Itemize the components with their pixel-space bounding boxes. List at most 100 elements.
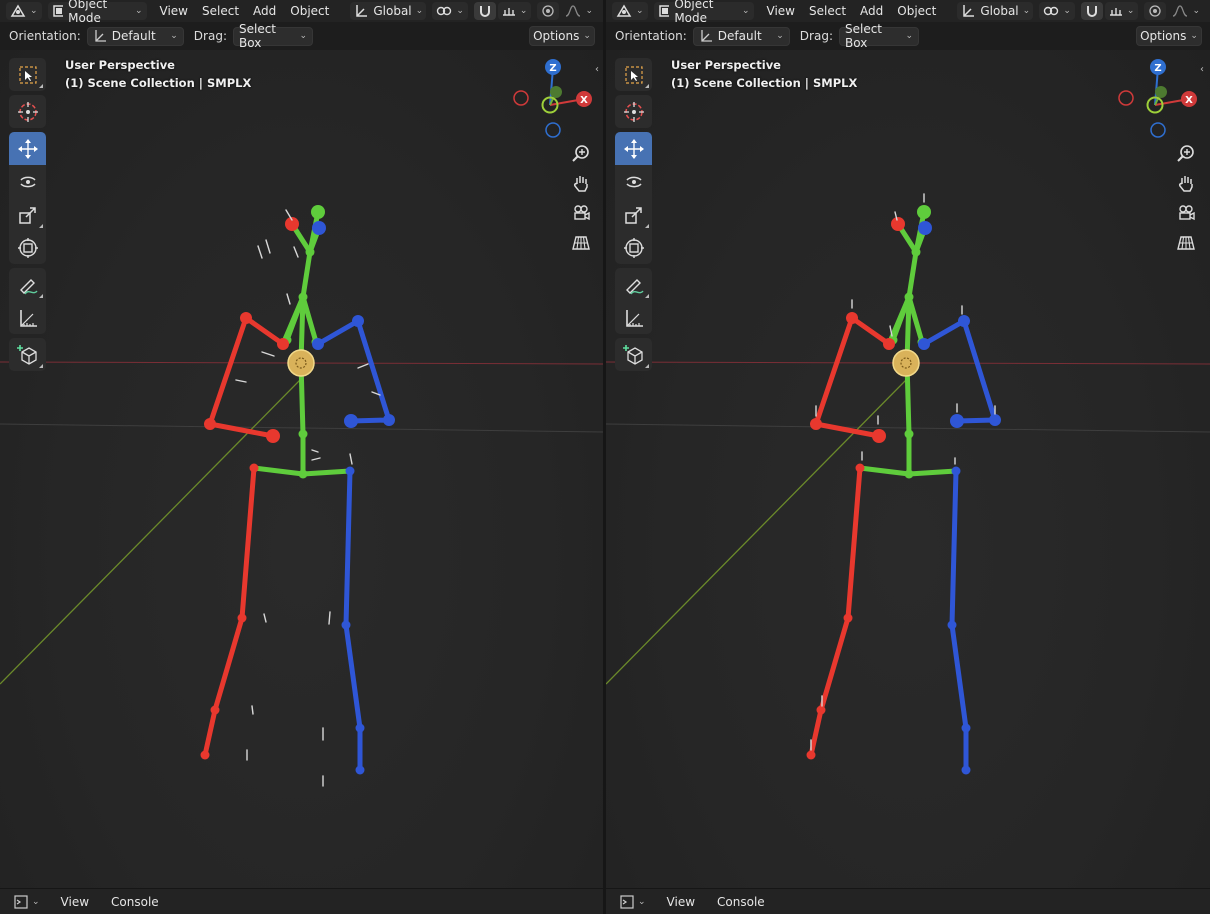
- snap-target-dropdown[interactable]: ⌄: [1104, 2, 1139, 20]
- measure-tool[interactable]: [9, 301, 46, 334]
- console-editor-type-button[interactable]: ⌄: [616, 893, 650, 911]
- proportional-edit-toggle[interactable]: [537, 2, 560, 20]
- console-menu-console[interactable]: Console: [104, 893, 166, 911]
- editor-type-button[interactable]: ⌄: [6, 2, 42, 20]
- transform-tool[interactable]: [615, 231, 652, 264]
- bone: [300, 468, 353, 477]
- measure-tool[interactable]: [615, 301, 652, 334]
- options-button[interactable]: Options ⌄: [529, 26, 595, 46]
- bone: [857, 465, 912, 477]
- move-tool[interactable]: [9, 132, 46, 165]
- ortho-toggle-button[interactable]: [1173, 230, 1199, 256]
- chevron-down-icon: ⌄: [170, 31, 178, 41]
- pivot-point-dropdown[interactable]: ⌄: [432, 2, 468, 20]
- grid-icon: [572, 236, 590, 250]
- mode-dropdown[interactable]: Object Mode ⌄: [653, 0, 754, 25]
- options-button[interactable]: Options ⌄: [1136, 26, 1202, 46]
- menu-select[interactable]: Select: [195, 2, 246, 20]
- proportional-edit-toggle[interactable]: [1144, 2, 1167, 20]
- console-icon: [14, 894, 28, 909]
- 3d-viewport[interactable]: User Perspective (1) Scene Collection | …: [0, 50, 603, 888]
- falloff-dropdown[interactable]: ⌄: [1168, 2, 1204, 20]
- joint: [266, 429, 280, 443]
- annotate-tool[interactable]: [9, 268, 46, 301]
- bone: [343, 468, 353, 628]
- joint: [843, 613, 853, 623]
- 3d-viewport[interactable]: User Perspective (1) Scene Collection | …: [606, 50, 1210, 888]
- sidebar-expand-arrow-icon[interactable]: ‹: [595, 64, 599, 75]
- rotate-icon: [625, 176, 642, 187]
- zoom-button[interactable]: [1173, 140, 1199, 166]
- joint: [950, 414, 964, 428]
- console-header: ⌄ View Console: [606, 888, 1210, 914]
- ortho-toggle-button[interactable]: [568, 230, 594, 256]
- joint: [917, 205, 931, 219]
- move-tool[interactable]: [615, 132, 652, 165]
- joint: [872, 429, 886, 443]
- bone: [243, 315, 286, 347]
- orientation-dropdown[interactable]: Default ⌄: [692, 26, 790, 46]
- orientation-dropdown[interactable]: Default ⌄: [86, 26, 184, 46]
- pivot-point-dropdown[interactable]: ⌄: [1039, 2, 1075, 20]
- select-box-tool[interactable]: [9, 58, 46, 91]
- transform-orientation-dropdown[interactable]: Global ⌄: [957, 2, 1034, 20]
- scale-tool[interactable]: [9, 198, 46, 231]
- bone: [949, 468, 959, 628]
- snap-target-dropdown[interactable]: ⌄: [497, 2, 532, 20]
- camera-view-button[interactable]: [568, 200, 594, 226]
- tool-settings-bar: Orientation: Default ⌄ Drag: Select Box …: [0, 22, 603, 50]
- menu-view[interactable]: View: [760, 2, 802, 20]
- menu-object[interactable]: Object: [283, 2, 336, 20]
- tool-options-corner: [645, 224, 649, 228]
- console-menu-view[interactable]: View: [54, 893, 96, 911]
- select-box-tool[interactable]: [615, 58, 652, 91]
- menu-object[interactable]: Object: [890, 2, 943, 20]
- snap-toggle[interactable]: [1080, 2, 1103, 20]
- bone-axis-marker: [311, 457, 321, 461]
- console-menu-console[interactable]: Console: [710, 893, 772, 911]
- menu-add[interactable]: Add: [246, 2, 283, 20]
- joint: [200, 750, 210, 760]
- scale-tool[interactable]: [615, 198, 652, 231]
- console-menu-view[interactable]: View: [660, 893, 702, 911]
- mode-dropdown[interactable]: Object Mode ⌄: [47, 0, 147, 25]
- transform-orientation-dropdown[interactable]: Global ⌄: [350, 2, 427, 20]
- drag-dropdown[interactable]: Select Box ⌄: [232, 22, 313, 50]
- snap-increment-icon: [502, 8, 515, 16]
- joint: [891, 217, 905, 231]
- pan-button[interactable]: [1173, 170, 1199, 196]
- add-cube-tool[interactable]: [615, 338, 652, 371]
- rotate-tool[interactable]: [9, 165, 46, 198]
- menu-add[interactable]: Add: [853, 2, 890, 20]
- cursor-tool[interactable]: [615, 95, 652, 128]
- snap-toggle[interactable]: [473, 2, 496, 20]
- transform-icon: [623, 237, 644, 258]
- pan-button[interactable]: [568, 170, 594, 196]
- falloff-dropdown[interactable]: ⌄: [561, 2, 597, 20]
- add-cube-tool[interactable]: [9, 338, 46, 371]
- bone: [921, 318, 967, 347]
- annotate-tool[interactable]: [615, 268, 652, 301]
- camera-view-button[interactable]: [1173, 200, 1199, 226]
- console-icon: [620, 894, 634, 909]
- tool-options-corner: [645, 84, 649, 88]
- navigation-buttons: [568, 140, 594, 260]
- editor-type-button[interactable]: ⌄: [612, 2, 648, 20]
- drag-dropdown[interactable]: Select Box ⌄: [838, 22, 919, 50]
- console-header: ⌄ View Console: [0, 888, 603, 914]
- joint: [947, 620, 957, 630]
- proportional-edit-icon: [1149, 5, 1162, 17]
- zoom-button[interactable]: [568, 140, 594, 166]
- bone-axis-marker: [311, 449, 319, 453]
- cursor-tool[interactable]: [9, 95, 46, 128]
- transform-tool[interactable]: [9, 231, 46, 264]
- rotate-tool[interactable]: [615, 165, 652, 198]
- menu-view[interactable]: View: [153, 2, 195, 20]
- console-editor-type-button[interactable]: ⌄: [10, 893, 44, 911]
- sidebar-expand-arrow-icon[interactable]: ‹: [1200, 64, 1204, 75]
- bone: [849, 315, 892, 347]
- menu-select[interactable]: Select: [802, 2, 853, 20]
- bone: [808, 707, 824, 758]
- orientation-label: Global: [980, 4, 1019, 18]
- ruler-icon: [625, 309, 643, 327]
